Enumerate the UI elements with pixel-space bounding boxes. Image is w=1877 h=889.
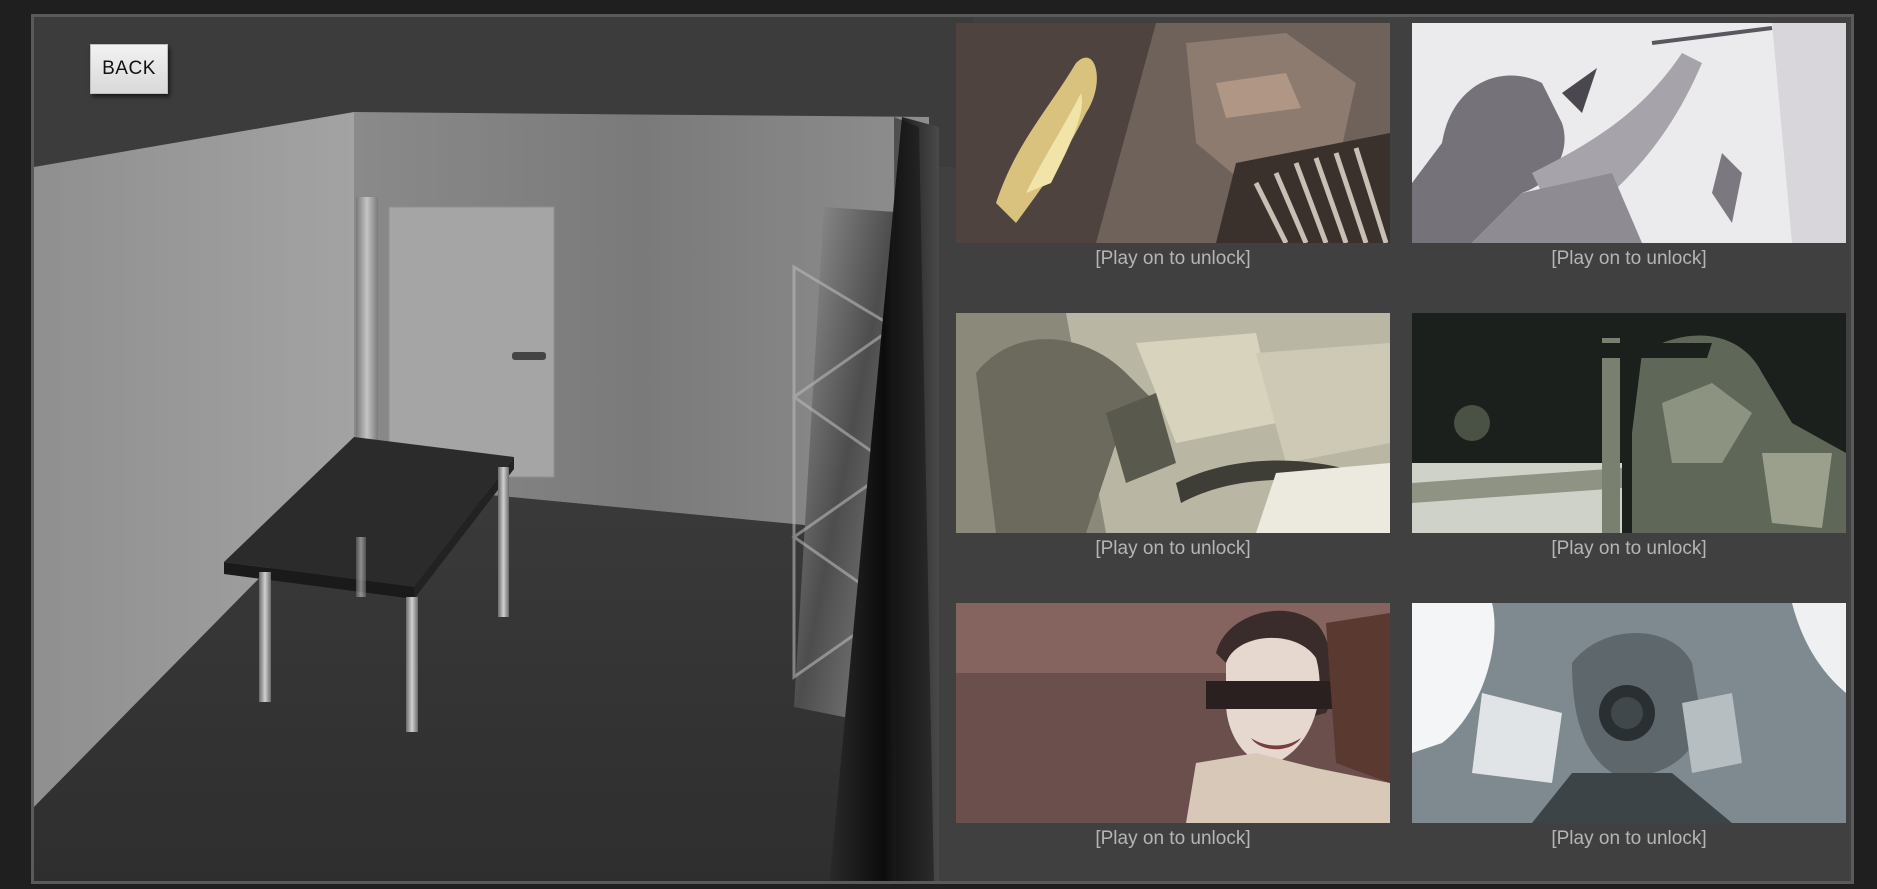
locked-thumbnail[interactable]: [956, 23, 1390, 243]
room-scene: [34, 17, 974, 881]
locked-thumbnail[interactable]: [1412, 23, 1846, 243]
gallery-item[interactable]: [Play on to unlock]: [1412, 313, 1846, 561]
locked-caption: [Play on to unlock]: [1551, 538, 1707, 559]
gallery-item[interactable]: [Play on to unlock]: [956, 603, 1390, 851]
locked-caption: [Play on to unlock]: [1095, 248, 1251, 269]
gallery-item[interactable]: [Play on to unlock]: [1412, 23, 1846, 271]
gallery-item[interactable]: [Play on to unlock]: [956, 23, 1390, 271]
gallery-item[interactable]: [Play on to unlock]: [1412, 603, 1846, 851]
back-button[interactable]: BACK: [90, 44, 168, 94]
gallery-item[interactable]: [Play on to unlock]: [956, 313, 1390, 561]
locked-caption: [Play on to unlock]: [1095, 538, 1251, 559]
locked-caption: [Play on to unlock]: [1551, 248, 1707, 269]
room-3d-viewport[interactable]: [34, 17, 974, 881]
locked-thumbnail[interactable]: [956, 603, 1390, 823]
unlockables-gallery: [Play on to unlock] [Play on to unlock]: [956, 23, 1846, 881]
locked-caption: [Play on to unlock]: [1095, 828, 1251, 849]
locked-thumbnail[interactable]: [1412, 313, 1846, 533]
locked-thumbnail[interactable]: [956, 313, 1390, 533]
game-window: BACK [Play on to unlock] [Play on to unl…: [31, 14, 1854, 884]
locked-thumbnail[interactable]: [1412, 603, 1846, 823]
locked-caption: [Play on to unlock]: [1551, 828, 1707, 849]
